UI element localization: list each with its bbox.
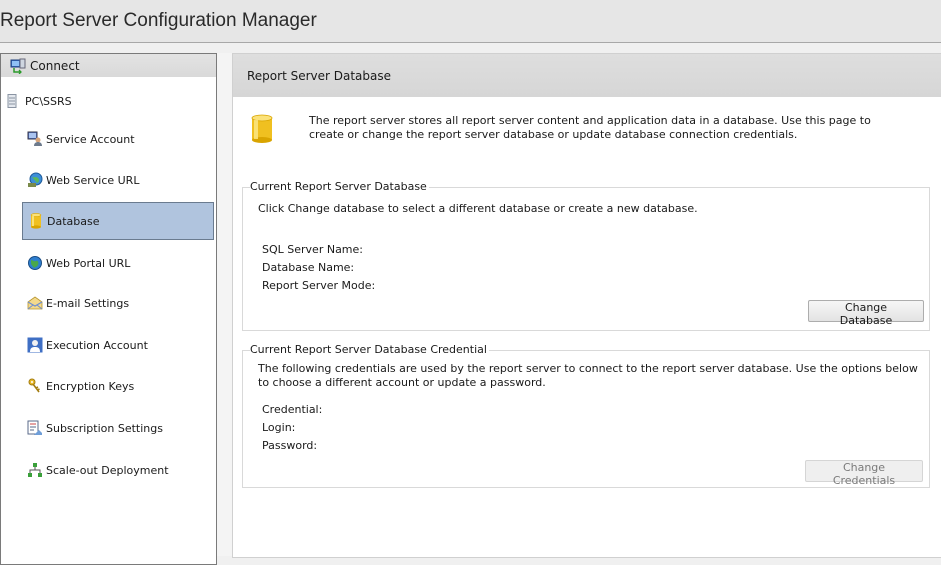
sidebar: Connect PC\SSRS Service Account Web Serv… [0,53,217,565]
connect-icon [10,58,26,74]
sidebar-item-label: Subscription Settings [46,421,163,435]
page-title: Report Server Database [233,54,941,97]
credential-label: Credential: [262,403,323,416]
sidebar-item-label: Web Service URL [46,173,140,187]
sidebar-item-encryption-keys[interactable]: Encryption Keys [22,367,214,405]
sidebar-item-label: Database [47,214,100,228]
login-label: Login: [262,421,296,434]
scale-out-icon [27,462,43,478]
password-label: Password: [262,439,318,452]
sidebar-item-database[interactable]: Database [22,202,214,240]
current-database-description: Click Change database to select a differ… [258,202,698,215]
main-panel: Report Server Database The report server… [232,53,941,558]
keys-icon [27,378,43,394]
sidebar-item-subscription-settings[interactable]: Subscription Settings [22,409,214,447]
service-account-icon [27,131,43,147]
sidebar-item-label: E-mail Settings [46,296,130,310]
sidebar-item-service-account[interactable]: Service Account [22,120,214,158]
sql-server-name-label: SQL Server Name: [262,243,363,256]
database-large-icon [251,114,273,147]
globe-icon [27,255,43,271]
connect-label: Connect [30,58,80,73]
window-title: Report Server Configuration Manager [0,10,317,31]
credential-description: The following credentials are used by th… [258,362,918,389]
sidebar-item-label: Service Account [46,132,135,146]
change-credentials-button[interactable]: Change Credentials [805,460,923,487]
connect-button[interactable]: Connect [1,54,216,77]
server-name: PC\SSRS [25,94,72,108]
sidebar-item-web-portal-url[interactable]: Web Portal URL [22,244,214,282]
intro-text: The report server stores all report serv… [309,114,871,141]
subscription-icon [27,420,43,436]
sidebar-item-label: Web Portal URL [46,256,131,270]
email-icon [27,295,43,311]
sidebar-item-label: Execution Account [46,338,148,352]
web-service-url-icon [27,172,43,188]
current-database-legend: Current Report Server Database [250,180,429,193]
server-node[interactable]: PC\SSRS [7,94,72,108]
report-server-mode-label: Report Server Mode: [262,279,376,292]
user-account-icon [27,337,43,353]
sidebar-item-label: Scale-out Deployment [46,463,169,477]
title-bar: Report Server Configuration Manager [0,0,941,43]
change-database-button[interactable]: Change Database [808,300,924,327]
sidebar-item-web-service-url[interactable]: Web Service URL [22,161,214,199]
sidebar-item-label: Encryption Keys [46,379,135,393]
server-icon [7,94,17,108]
splitter[interactable] [217,53,233,556]
current-database-group: Current Report Server Database Click Cha… [242,180,930,331]
database-name-label: Database Name: [262,261,355,274]
credential-group: Current Report Server Database Credentia… [242,343,930,488]
credential-legend: Current Report Server Database Credentia… [250,343,489,356]
database-icon [28,213,44,229]
sidebar-item-email-settings[interactable]: E-mail Settings [22,284,214,322]
sidebar-item-execution-account[interactable]: Execution Account [22,326,214,364]
sidebar-item-scale-out-deployment[interactable]: Scale-out Deployment [22,451,214,489]
